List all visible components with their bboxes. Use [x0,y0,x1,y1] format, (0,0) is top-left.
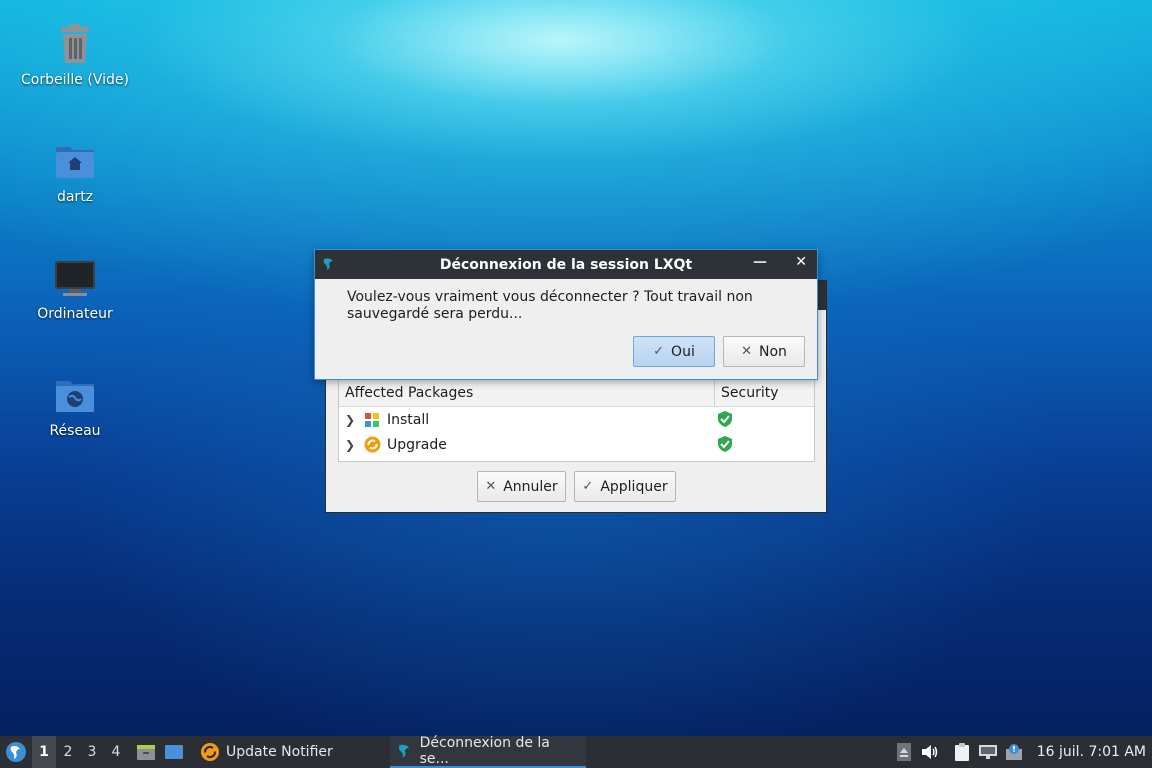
workspace-1[interactable]: 1 [32,736,56,768]
install-package-icon [363,411,381,429]
table-row[interactable]: ❯ Install [339,407,814,432]
network-folder-icon [53,373,97,417]
update-alert-icon[interactable] [1001,736,1027,768]
task-label: Déconnexion de la se... [419,735,550,767]
lxqt-icon [6,742,26,762]
close-icon: ✕ [485,479,497,494]
network-icon[interactable] [975,736,1001,768]
table-row[interactable]: ❯ Upgrade [339,432,814,457]
workspace-4[interactable]: 4 [104,736,128,768]
file-manager-icon [137,745,155,760]
workspace-3[interactable]: 3 [80,736,104,768]
desktop-icon-label: Corbeille (Vide) [21,72,129,88]
volume-icon[interactable] [917,736,943,768]
desktop-icon-computer[interactable]: Ordinateur [10,256,140,322]
minimize-icon[interactable]: — [753,254,767,270]
lxqt-icon [321,256,337,276]
chevron-right-icon[interactable]: ❯ [345,413,361,427]
trash-icon [53,22,97,66]
computer-icon [53,256,97,300]
taskbar: 1 2 3 4 Update Notifier Déconnexion de l… [0,735,1152,768]
chevron-right-icon[interactable]: ❯ [345,438,361,452]
column-header-packages[interactable]: Affected Packages [339,380,715,406]
logout-dialog: Déconnexion de la session LXQt — ✕ Voule… [314,249,818,380]
update-notifier-icon [201,743,219,761]
apply-button-label: Appliquer [600,478,668,495]
eject-icon[interactable] [891,736,917,768]
column-header-security[interactable]: Security [715,385,779,401]
close-icon: ✕ [741,344,752,359]
start-menu-button[interactable] [0,736,32,768]
close-icon[interactable]: ✕ [795,254,807,270]
lxqt-icon [398,744,410,758]
dialog-message: Voulez-vous vraiment vous déconnecter ? … [347,289,753,322]
package-name: Install [387,411,430,428]
file-manager-launcher[interactable] [132,736,160,768]
desktop-icon-label: Réseau [49,423,101,439]
table-header: Affected Packages Security [339,380,814,407]
desktop-icon-network[interactable]: Réseau [10,373,140,439]
workspace-2[interactable]: 2 [56,736,80,768]
affected-packages-table: Affected Packages Security ❯ Install ❯ U… [338,379,815,462]
clock[interactable]: 16 juil. 7:01 AM [1027,744,1152,760]
logout-dialog-titlebar[interactable]: Déconnexion de la session LXQt — ✕ [315,250,817,279]
show-desktop-button[interactable] [160,736,188,768]
no-button-label: Non [758,343,787,360]
green-shield-icon [717,435,733,457]
desktop-icon-label: Ordinateur [37,306,113,322]
upgrade-package-icon [363,436,381,454]
yes-button-label: Oui [671,343,695,360]
task-logout-dialog[interactable]: Déconnexion de la se... [390,735,586,768]
check-icon: ✓ [582,479,594,494]
task-label: Update Notifier [226,744,333,760]
no-button[interactable]: ✕ Non [723,336,805,367]
apply-button[interactable]: ✓ Appliquer [574,471,676,502]
system-tray: 16 juil. 7:01 AM [891,736,1152,768]
home-folder-icon [53,139,97,183]
cancel-button-label: Annuler [503,478,558,495]
green-shield-icon [717,410,733,432]
dialog-title: Déconnexion de la session LXQt [439,256,693,273]
package-name: Upgrade [387,436,447,453]
task-update-notifier[interactable]: Update Notifier [194,736,390,768]
desktop-icon [165,745,183,759]
yes-button[interactable]: ✓ Oui [633,336,715,367]
clipboard-icon[interactable] [949,736,975,768]
desktop-icon-home[interactable]: dartz [10,139,140,205]
desktop-icon-label: dartz [56,189,94,205]
cancel-button[interactable]: ✕ Annuler [477,471,566,502]
desktop-icon-trash[interactable]: Corbeille (Vide) [10,22,140,88]
check-icon: ✓ [653,344,665,359]
